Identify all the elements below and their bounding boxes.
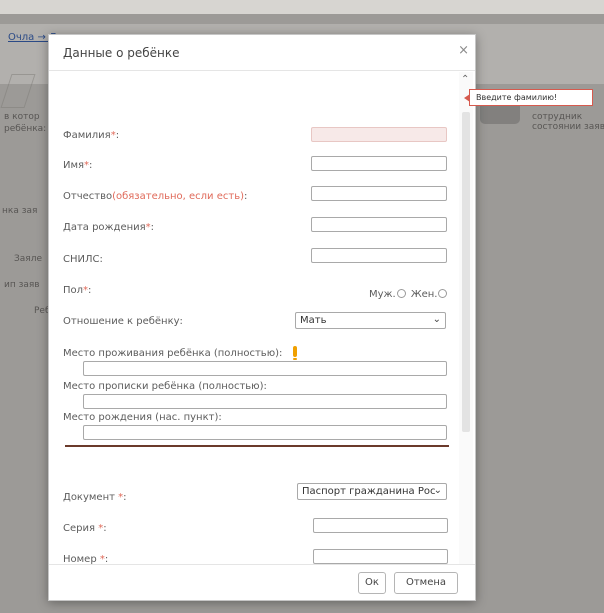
- series-input[interactable]: [313, 518, 448, 533]
- registration-label: Место прописки ребёнка (полностью):: [63, 381, 267, 392]
- name-input[interactable]: [311, 156, 447, 171]
- close-icon[interactable]: ×: [458, 44, 469, 57]
- birthdate-input[interactable]: [311, 217, 447, 232]
- snils-label: СНИЛС:: [63, 254, 103, 265]
- dialog-form: Фамилия*: Имя*: Отчество(обязательно, ес…: [49, 72, 459, 578]
- background-label: сотрудник: [532, 112, 583, 122]
- birthplace-label: Место рождения (нас. пункт):: [63, 412, 222, 423]
- number-input[interactable]: [313, 549, 448, 564]
- gender-label: Пол*:: [63, 285, 92, 296]
- relation-label: Отношение к ребёнку:: [63, 316, 183, 327]
- background-label: нка зая: [2, 206, 38, 216]
- gender-options: Муж. Жен.: [369, 282, 448, 301]
- residence-label: Место проживания ребёнка (полностью):: [63, 348, 283, 359]
- ok-button[interactable]: Ок: [358, 572, 386, 594]
- patronymic-label: Отчество(обязательно, если есть):: [63, 191, 248, 202]
- name-label: Имя*:: [63, 160, 93, 171]
- gender-male-label: Муж.: [369, 289, 396, 300]
- background-label: состоянии заявл: [532, 122, 604, 132]
- chevron-down-icon: ⌄: [433, 485, 442, 496]
- document-label: Документ *:: [63, 492, 127, 503]
- birthdate-label: Дата рождения*:: [63, 222, 155, 233]
- background-label: в котор: [4, 112, 40, 122]
- gender-female-radio[interactable]: [438, 289, 448, 298]
- surname-label: Фамилия*:: [63, 130, 120, 141]
- background-label: Заяле: [14, 254, 42, 264]
- validation-tooltip: Введите фамилию!: [464, 89, 593, 106]
- surname-input[interactable]: [311, 127, 447, 142]
- relation-select-value: Мать: [300, 315, 327, 326]
- background-label: ип заяв: [4, 280, 40, 290]
- registration-input[interactable]: [83, 394, 447, 409]
- document-select[interactable]: Паспорт гражданина Рос ⌄: [297, 483, 447, 500]
- patronymic-input[interactable]: [311, 186, 447, 201]
- relation-select[interactable]: Мать ⌄: [295, 312, 446, 329]
- dialog-header: Данные о ребёнке ×: [49, 35, 475, 71]
- child-data-dialog: Данные о ребёнке × Фамилия*: Имя*: Отчес…: [48, 34, 476, 601]
- section-divider: [65, 445, 449, 447]
- dialog-footer: Ок Отмена: [49, 564, 475, 600]
- chevron-down-icon: ⌄: [432, 314, 441, 325]
- gender-female-label: Жен.: [410, 289, 438, 300]
- residence-input[interactable]: [83, 361, 447, 376]
- document-select-value: Паспорт гражданина Рос: [302, 486, 436, 497]
- snils-input[interactable]: [311, 248, 447, 263]
- background-label: ребёнка:: [4, 124, 47, 134]
- chevron-up-icon[interactable]: ⌃: [461, 74, 469, 85]
- cancel-button[interactable]: Отмена: [394, 572, 458, 594]
- birthplace-input[interactable]: [83, 425, 447, 440]
- scrollbar-thumb[interactable]: [462, 112, 470, 432]
- series-label: Серия *:: [63, 523, 107, 534]
- gender-male-radio[interactable]: [396, 289, 406, 298]
- dialog-title: Данные о ребёнке: [63, 46, 180, 60]
- dialog-scrollbar[interactable]: ⌃ ⌄: [459, 72, 473, 578]
- warning-icon: [293, 346, 297, 360]
